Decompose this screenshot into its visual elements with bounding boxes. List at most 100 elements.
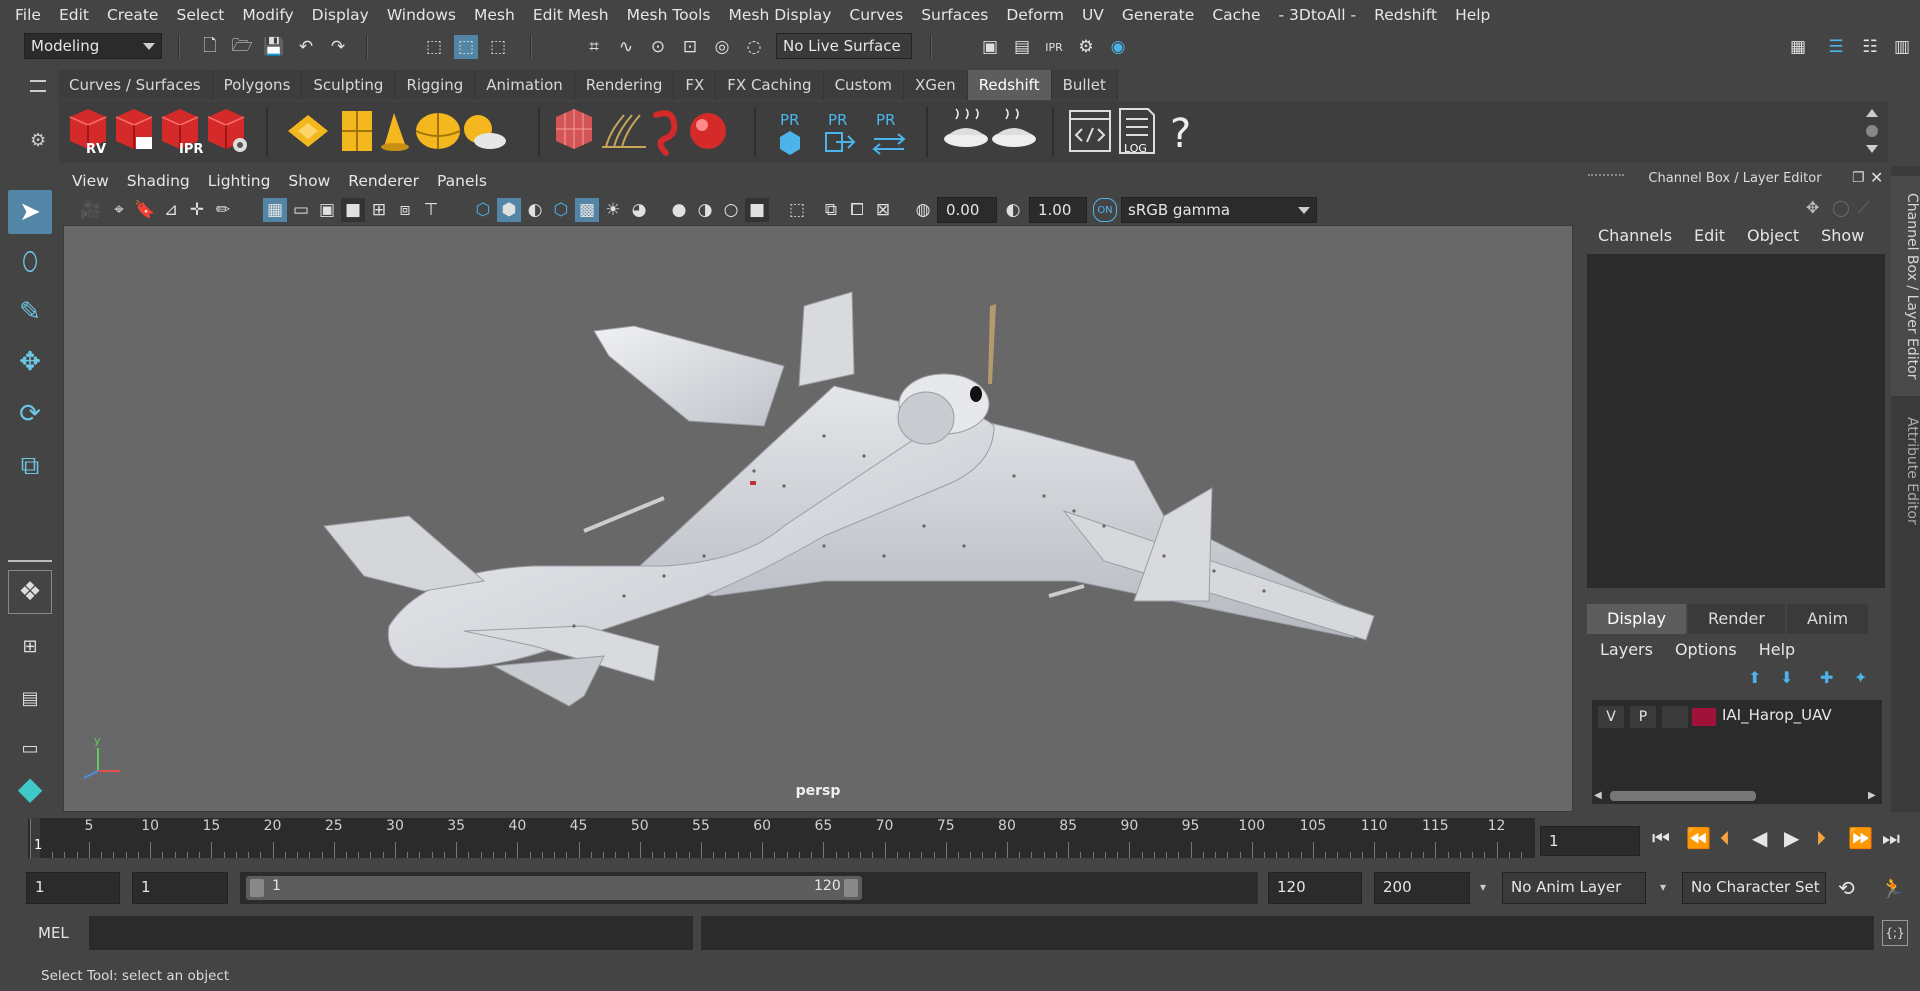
shadows-icon[interactable]: ◕ xyxy=(627,198,651,222)
color-management-toggle-icon[interactable]: ON xyxy=(1093,198,1117,222)
scale-tool-icon[interactable]: ⧉ xyxy=(8,444,52,488)
step-forward-frame-icon[interactable]: ⏩ xyxy=(1848,826,1873,850)
tab-anim-layers[interactable]: Anim xyxy=(1786,604,1869,634)
hair-icon[interactable] xyxy=(602,114,646,148)
menu-create[interactable]: Create xyxy=(98,6,168,24)
redshift-render-icon[interactable] xyxy=(115,109,153,149)
proxy-export-icon[interactable] xyxy=(780,131,800,155)
panel-menu-view[interactable]: View xyxy=(63,168,118,194)
isolate-select-icon[interactable]: ⬚ xyxy=(785,198,809,222)
snap-live-icon[interactable]: ◌ xyxy=(742,35,766,59)
field-chart-icon[interactable]: ⊞ xyxy=(367,198,391,222)
new-layer-from-selected-icon[interactable]: ✦ xyxy=(1854,668,1867,687)
menu-mesh[interactable]: Mesh xyxy=(465,6,524,24)
channel-box-menu-channels[interactable]: Channels xyxy=(1598,226,1694,245)
tab-rigging[interactable]: Rigging xyxy=(395,70,476,100)
panel-menu-lighting[interactable]: Lighting xyxy=(199,168,280,194)
proxy-import-icon[interactable] xyxy=(825,132,856,152)
volume-icon[interactable] xyxy=(653,110,678,156)
panel-menu-show[interactable]: Show xyxy=(279,168,339,194)
step-back-frame-icon[interactable]: ⏪ xyxy=(1686,826,1711,850)
smooth-shade-icon[interactable]: ⬢ xyxy=(497,198,521,222)
shelf-menu-icon[interactable] xyxy=(30,80,46,92)
uav-model[interactable]: y xyxy=(64,226,1573,812)
resolution-gate-icon[interactable]: ▣ xyxy=(315,198,339,222)
script-editor-icon[interactable] xyxy=(1069,110,1111,152)
anti-aliasing-icon[interactable]: ○ xyxy=(719,198,743,222)
outliner-layout-icon[interactable]: ▤ xyxy=(8,676,52,720)
go-to-start-icon[interactable]: ⏮ xyxy=(1652,826,1670,850)
camera-select-icon[interactable]: 🎥 xyxy=(79,198,103,222)
step-forward-key-icon[interactable]: ⏵ xyxy=(1816,826,1826,850)
tab-curves-surfaces[interactable]: Curves / Surfaces xyxy=(58,70,213,100)
redo-icon[interactable]: ↷ xyxy=(326,35,350,59)
range-slider[interactable]: 1 120 xyxy=(240,872,1258,904)
channel-box-menu-edit[interactable]: Edit xyxy=(1694,226,1747,245)
menu-curves[interactable]: Curves xyxy=(840,6,912,24)
wireframe-on-shaded-icon[interactable]: ⬡ xyxy=(549,198,573,222)
camera-attributes-icon[interactable]: ⌖ xyxy=(107,198,131,222)
tab-render-layers[interactable]: Render xyxy=(1687,604,1785,634)
go-to-end-icon[interactable]: ⏭ xyxy=(1882,826,1900,850)
select-hierarchy-icon[interactable]: ⬚ xyxy=(422,35,446,59)
snap-grid-icon[interactable]: ⌗ xyxy=(582,35,606,59)
anim-layer-chevron-icon[interactable]: ▾ xyxy=(1480,880,1486,894)
grid-icon[interactable]: ▦ xyxy=(263,198,287,222)
menu-3dtoall[interactable]: - 3DtoAll - xyxy=(1270,6,1366,24)
safe-title-icon[interactable]: ⊤ xyxy=(419,198,443,222)
menu-generate[interactable]: Generate xyxy=(1113,6,1203,24)
open-scene-icon[interactable]: 🗁 xyxy=(230,35,254,59)
two-d-pan-zoom-icon[interactable]: ✛ xyxy=(185,198,209,222)
range-end-handle[interactable] xyxy=(844,879,858,897)
hypershade-icon[interactable]: ◉ xyxy=(1106,35,1130,59)
gamma-icon[interactable]: ◐ xyxy=(1001,198,1025,222)
layer-row[interactable]: V P IAI_Harop_UAV xyxy=(1592,702,1882,732)
scroll-right-icon[interactable]: ▶ xyxy=(1868,790,1876,801)
new-layer-icon[interactable]: ✚ xyxy=(1820,668,1833,687)
manipulator-icon[interactable]: ✥ xyxy=(1806,198,1819,217)
layer-name[interactable]: IAI_Harop_UAV xyxy=(1722,706,1832,724)
snap-curve-icon[interactable]: ∿ xyxy=(614,35,638,59)
tab-redshift[interactable]: Redshift xyxy=(967,70,1052,100)
layer-color-swatch[interactable] xyxy=(1692,708,1716,726)
speed-icon[interactable]: ◯ xyxy=(1832,198,1850,217)
move-layer-up-icon[interactable]: ⬆ xyxy=(1748,668,1761,687)
layer-list-scrollbar[interactable]: ◀ ▶ xyxy=(1592,788,1882,804)
layer-display-type-toggle[interactable] xyxy=(1662,706,1688,728)
menu-surfaces[interactable]: Surfaces xyxy=(912,6,997,24)
menu-uv[interactable]: UV xyxy=(1073,6,1113,24)
anim-layer-dropdown[interactable]: No Anim Layer xyxy=(1502,872,1646,904)
xray-active-components-icon[interactable]: ⊠ xyxy=(871,198,895,222)
play-backwards-icon[interactable]: ◀ xyxy=(1752,826,1767,850)
range-slider-bar[interactable]: 1 120 xyxy=(246,876,862,900)
channel-box-menu-object[interactable]: Object xyxy=(1747,226,1821,245)
channel-box-attributes[interactable] xyxy=(1587,254,1885,588)
exposure-icon[interactable]: ◍ xyxy=(911,198,935,222)
motion-blur-icon[interactable]: ◑ xyxy=(693,198,717,222)
playback-start-field[interactable]: 1 xyxy=(132,872,228,904)
tab-display-layers[interactable]: Display xyxy=(1587,604,1686,634)
tab-rendering[interactable]: Rendering xyxy=(574,70,675,100)
material-sphere-icon[interactable] xyxy=(690,113,726,149)
layer-menu-layers[interactable]: Layers xyxy=(1600,640,1675,659)
live-surface-field[interactable]: No Live Surface xyxy=(776,33,912,59)
script-editor-button-icon[interactable]: {;} xyxy=(1882,920,1908,946)
menu-edit[interactable]: Edit xyxy=(50,6,98,24)
layer-playback-toggle[interactable]: P xyxy=(1630,706,1656,728)
portal-light-icon[interactable] xyxy=(342,111,372,151)
layout-options-icon[interactable]: ▭ xyxy=(8,726,52,770)
menu-select[interactable]: Select xyxy=(167,6,233,24)
tab-attribute-editor[interactable]: Attribute Editor xyxy=(1891,406,1920,536)
select-component-icon[interactable]: ⬚ xyxy=(486,35,510,59)
outliner-toggle-icon[interactable]: ☰ xyxy=(1824,35,1848,59)
proxy-mesh-icon[interactable] xyxy=(556,109,592,149)
screen-space-ao-icon[interactable]: ● xyxy=(667,198,691,222)
tab-bullet[interactable]: Bullet xyxy=(1051,70,1118,100)
exposure-field[interactable]: 0.00 xyxy=(937,197,997,223)
menu-modify[interactable]: Modify xyxy=(233,6,302,24)
tab-custom[interactable]: Custom xyxy=(823,70,905,100)
safe-action-icon[interactable]: ⧈ xyxy=(393,198,417,222)
workspace-icon[interactable]: ▦ xyxy=(1786,35,1810,59)
area-light-icon[interactable] xyxy=(288,115,328,147)
menu-mesh-display[interactable]: Mesh Display xyxy=(720,6,841,24)
